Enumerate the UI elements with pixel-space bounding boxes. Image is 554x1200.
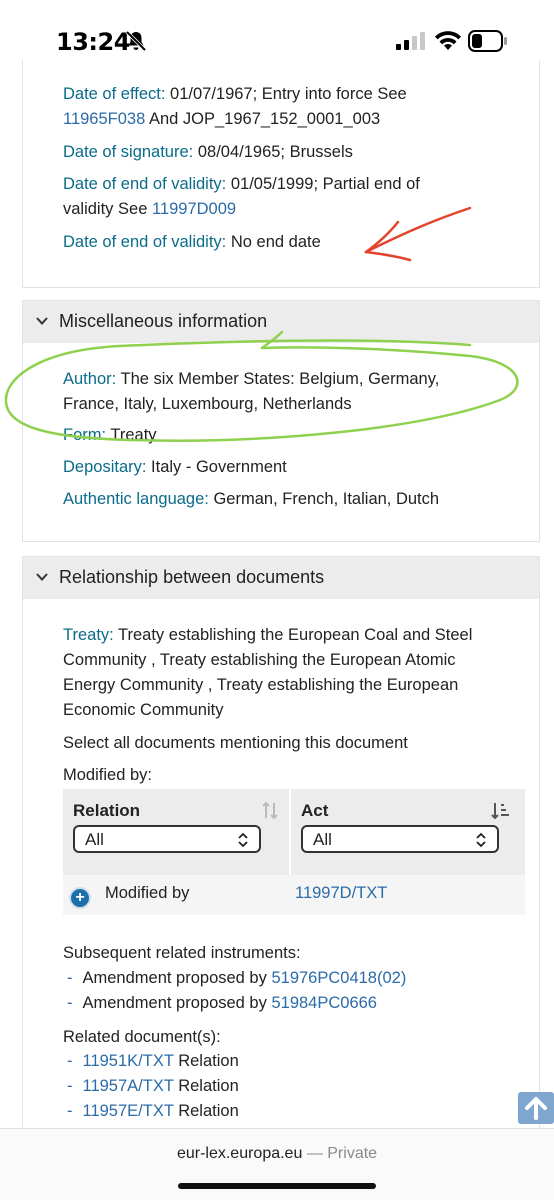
sort-descending-icon[interactable]	[491, 801, 511, 821]
table-row: + Modified by 11997D/TXT	[63, 875, 525, 915]
author-field: Author: The six Member States: Belgium, …	[63, 370, 440, 413]
relation-column-header[interactable]: Relation All	[63, 789, 289, 875]
subsequent-label: Subsequent related instruments:	[63, 944, 301, 962]
dates-panel: Date of effect: 01/07/1967; Entry into f…	[22, 60, 540, 288]
list-item: -11957E/TXT Relation	[67, 1102, 239, 1120]
expand-plus-icon[interactable]: +	[69, 887, 91, 909]
relationship-panel: Relationship between documents Treaty: T…	[22, 556, 540, 1136]
date-of-effect: Date of effect: 01/07/1967; Entry into f…	[63, 85, 407, 128]
select-all-documents-link[interactable]: Select all documents mentioning this doc…	[63, 731, 523, 756]
related-label: Related document(s):	[63, 1028, 221, 1046]
arrow-up-icon	[525, 1097, 547, 1120]
relation-filter-select[interactable]: All	[73, 825, 261, 853]
effect-link[interactable]: 11965F038	[63, 110, 145, 128]
list-item: - Amendment proposed by 51984PC0666	[67, 994, 377, 1012]
relationship-panel-header[interactable]: Relationship between documents	[23, 557, 539, 599]
modified-by-table: Relation All Act All + Modified by 11997…	[63, 789, 525, 915]
date-of-signature: Date of signature: 08/04/1965; Brussels	[63, 143, 353, 161]
list-item: - Amendment proposed by 51976PC0418(02)	[67, 969, 407, 987]
misc-panel: Miscellaneous information Author: The si…	[22, 300, 540, 542]
row-act-link[interactable]: 11997D/TXT	[295, 884, 387, 903]
modified-by-label: Modified by:	[63, 766, 152, 784]
updown-chevron-icon	[476, 832, 486, 848]
related-link[interactable]: 11951K/TXT	[83, 1052, 174, 1070]
url-display[interactable]: eur-lex.europa.eu — Private	[0, 1145, 554, 1163]
row-relation: Modified by	[105, 884, 190, 902]
language-field: Authentic language: German, French, Ital…	[63, 490, 440, 508]
act-filter-select[interactable]: All	[301, 825, 499, 853]
battery-icon	[468, 30, 507, 52]
act-column-header[interactable]: Act All	[291, 789, 525, 875]
date-end-validity-none: Date of end of validity: No end date	[63, 233, 321, 251]
home-indicator[interactable]	[178, 1183, 376, 1189]
related-link[interactable]: 11957E/TXT	[83, 1102, 174, 1120]
form-field: Form: Treaty	[63, 426, 157, 444]
wifi-icon	[435, 31, 461, 50]
status-time: 13:24	[56, 28, 130, 56]
related-link[interactable]: 11957A/TXT	[83, 1077, 174, 1095]
relationship-title: Relationship between documents	[59, 567, 325, 587]
updown-chevron-icon	[238, 832, 248, 848]
subsequent-list: - Amendment proposed by 51976PC0418(02) -…	[67, 966, 406, 1016]
list-item: -11957A/TXT Relation	[67, 1077, 239, 1095]
browser-address-bar[interactable]: eur-lex.europa.eu — Private	[0, 1128, 554, 1200]
sort-icon[interactable]	[261, 801, 279, 821]
signal-icon	[396, 32, 425, 50]
misc-panel-header[interactable]: Miscellaneous information	[23, 301, 539, 343]
back-to-top-button[interactable]	[518, 1092, 554, 1124]
treaty-field: Treaty: Treaty establishing the European…	[63, 626, 473, 719]
subsequent-link[interactable]: 51976PC0418(02)	[271, 969, 406, 987]
bell-muted-icon	[125, 30, 147, 52]
date-end-validity-partial: Date of end of validity: 01/05/1999; Par…	[63, 175, 420, 218]
chevron-down-icon	[36, 573, 48, 581]
table-header: Relation All Act All	[63, 789, 525, 875]
list-item: -11951K/TXT Relation	[67, 1052, 239, 1070]
chevron-down-icon	[36, 317, 48, 325]
misc-title: Miscellaneous information	[59, 311, 268, 331]
subsequent-link[interactable]: 51984PC0666	[271, 994, 377, 1012]
related-list: -11951K/TXT Relation -11957A/TXT Relatio…	[67, 1049, 239, 1124]
depositary-field: Depositary: Italy - Government	[63, 458, 287, 476]
end-validity-link[interactable]: 11997D009	[152, 200, 236, 218]
